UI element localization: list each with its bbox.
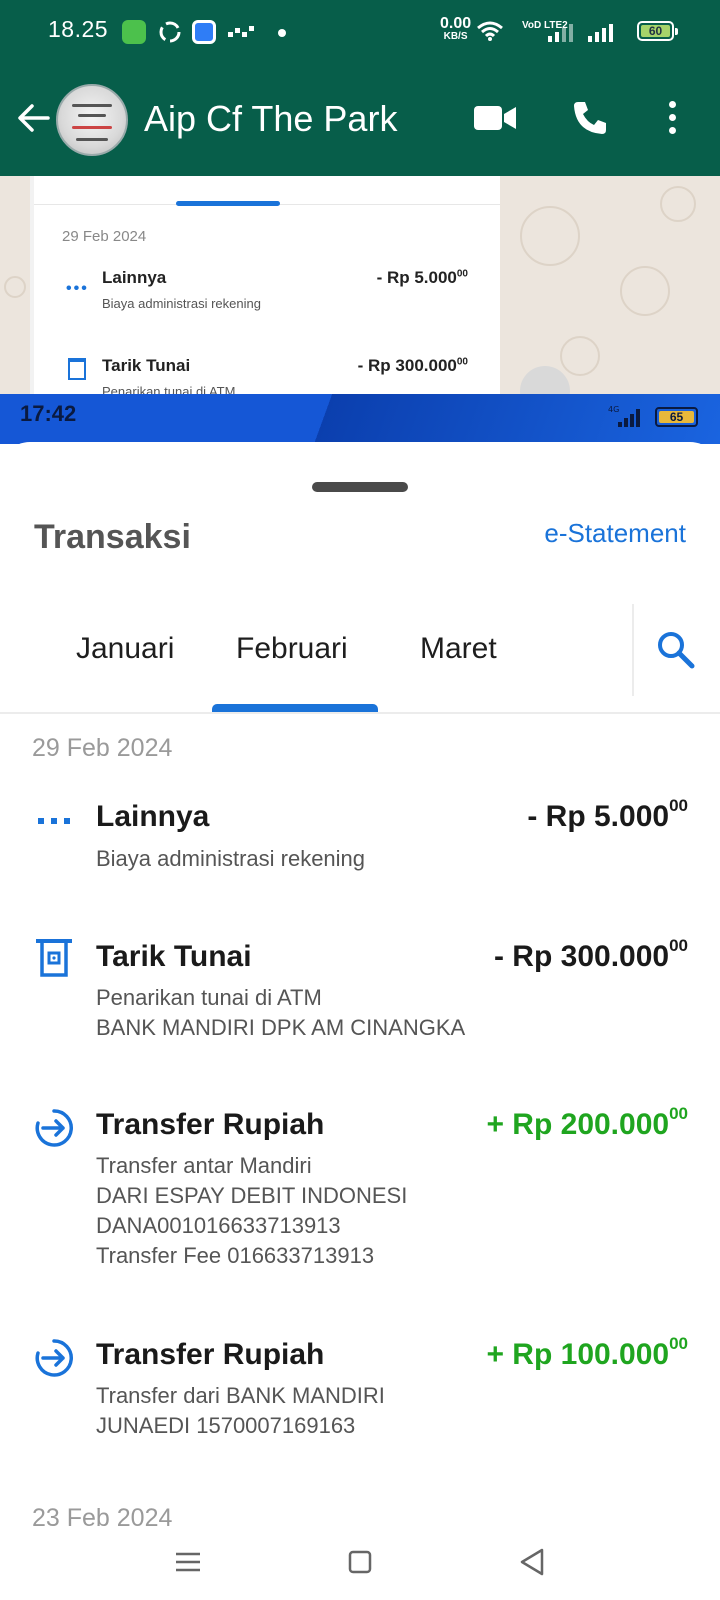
wifi-icon [477,21,503,41]
preview-row-subtitle: Biaya administrasi rekening [102,296,261,311]
more-options-icon[interactable] [662,98,682,138]
atm-icon [36,939,72,977]
vpn-dots-icon [228,26,254,37]
signal-icon-1 [548,24,573,42]
transaction-title: Transfer Rupiah [96,1338,325,1371]
transaction-description: Transfer dari BANK MANDIRI JUNAEDI 15700… [96,1383,385,1438]
date-header: 23 Feb 2024 [32,1504,173,1532]
menu-nav-icon[interactable] [168,1542,208,1582]
contact-avatar[interactable] [56,84,128,156]
page-title: Transaksi [34,518,191,556]
voice-call-icon[interactable] [570,98,610,138]
tab-januari[interactable]: Januari [76,632,174,666]
notification-app-icon-2 [192,20,216,44]
preview-date: 29 Feb 2024 [62,228,147,245]
transaction-title: Transfer Rupiah [96,1108,325,1141]
transaction-description: Penarikan tunai di ATM BANK MANDIRI DPK … [96,985,466,1040]
signal-icon-2 [588,24,613,42]
preview-row-amount: - Rp 5.00000 [376,268,468,287]
transfer-in-icon [35,1109,73,1147]
tab-maret[interactable]: Maret [420,632,497,666]
transaction-title: Lainnya [96,800,210,833]
transfer-in-icon [35,1339,73,1377]
search-separator [632,604,634,696]
transaction-title: Tarik Tunai [96,940,252,973]
battery-icon: 60 [637,21,678,41]
e-statement-link[interactable]: e-Statement [544,518,686,549]
status-time: 18.25 [48,16,109,42]
network-speed: 0.00 KB/S [440,15,472,43]
back-nav-icon[interactable] [512,1542,552,1582]
transaction-description: Transfer antar Mandiri DARI ESPAY DEBIT … [96,1153,408,1268]
bank-status-bar: 17:42 4G 65 [0,394,720,444]
shared-screenshot-image[interactable]: 29 Feb 2024 ••• Lainnya Biaya administra… [30,176,500,394]
tab-divider [0,712,720,714]
notification-dot [278,29,286,37]
mobile-signal-icon: 4G [608,405,640,427]
date-header: 29 Feb 2024 [32,734,173,762]
transaction-amount: - Rp 300.00000 [493,936,688,973]
sheet-drag-handle[interactable] [312,482,408,492]
atm-icon [68,358,86,380]
more-dots-icon: ••• [66,280,89,297]
chat-header: Aip Cf The Park [0,64,720,176]
sync-icon [159,21,181,43]
system-navigation-bar [0,1530,720,1600]
search-icon[interactable] [654,628,698,672]
svg-text:4G: 4G [608,405,619,414]
home-nav-icon[interactable] [340,1542,380,1582]
notification-app-icon [122,20,146,44]
whatsapp-status-bar: 18.25 0.00 KB/S VoD LTE2 60 [0,0,720,64]
video-call-icon[interactable] [474,104,516,132]
transaction-description: Biaya administrasi rekening [96,846,366,871]
transactions-sheet: Transaksi e-Statement Januari Februari M… [0,442,720,1600]
back-arrow-icon[interactable] [14,98,54,138]
preview-row-subtitle: Penarikan tunai di ATM [102,384,236,394]
transaction-amount: + Rp 200.00000 [486,1104,688,1141]
contact-name[interactable]: Aip Cf The Park [144,98,397,140]
preview-row-title: Lainnya [102,268,167,287]
preview-row-amount: - Rp 300.00000 [357,356,468,375]
transaction-amount: - Rp 5.00000 [527,796,688,833]
preview-row-title: Tarik Tunai [102,356,191,375]
transaction-amount: + Rp 100.00000 [486,1334,688,1371]
battery-icon: 65 [655,407,698,427]
more-dots-icon [38,818,70,824]
status-time: 17:42 [20,401,77,426]
tab-februari[interactable]: Februari [236,632,348,666]
